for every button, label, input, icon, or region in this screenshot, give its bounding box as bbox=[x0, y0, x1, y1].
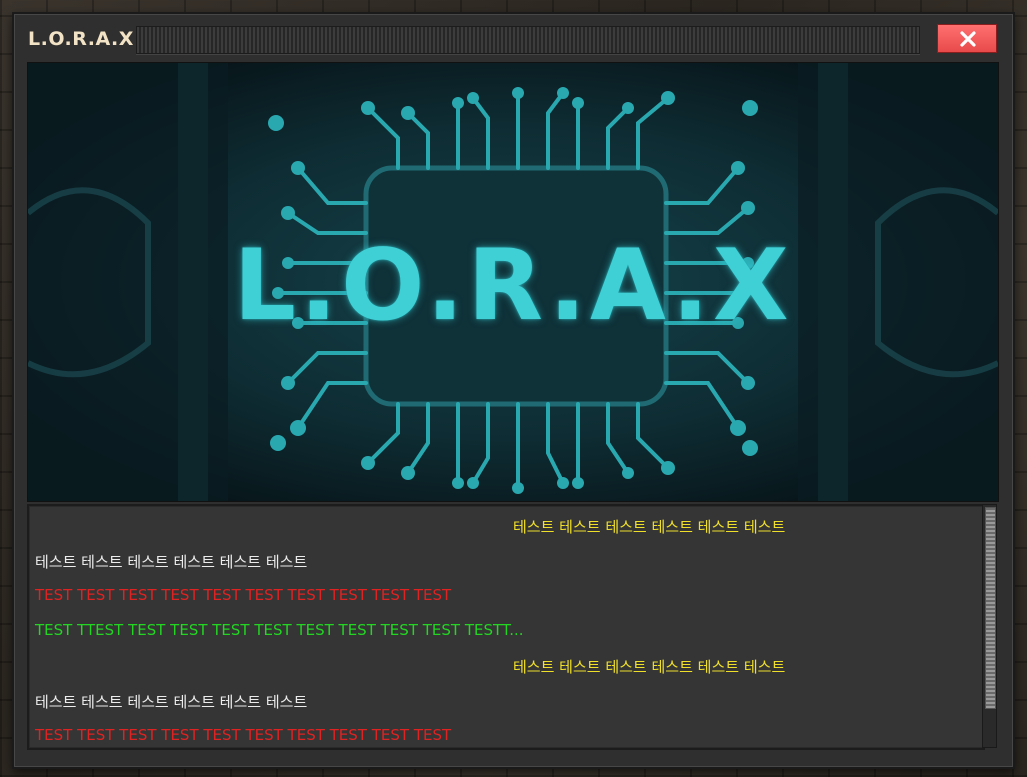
window-title: L.O.R.A.X bbox=[28, 28, 134, 50]
title-drag-strip[interactable] bbox=[136, 26, 920, 54]
log-line: 테스트 테스트 테스트 테스트 테스트 테스트 bbox=[35, 693, 308, 711]
banner-logo-text: L.O.R.A.X bbox=[233, 229, 793, 343]
log-line: 테스트 테스트 테스트 테스트 테스트 테스트 bbox=[35, 553, 308, 571]
log-line: TEST TEST TEST TEST TEST TEST TEST TEST … bbox=[35, 726, 452, 744]
title-bar[interactable]: L.O.R.A.X bbox=[14, 14, 1013, 62]
banner-image: L.O.R.A.X bbox=[27, 62, 999, 502]
log-line: TEST TEST TEST TEST TEST TEST TEST TEST … bbox=[35, 586, 452, 604]
close-icon bbox=[960, 31, 976, 47]
log-line: 테스트 테스트 테스트 테스트 테스트 테스트 bbox=[513, 518, 786, 536]
log-scrollbar[interactable] bbox=[982, 504, 997, 748]
close-button[interactable] bbox=[937, 24, 997, 53]
log-line: TEST TTEST TEST TEST TEST TEST TEST TEST… bbox=[35, 621, 524, 639]
log-line: 테스트 테스트 테스트 테스트 테스트 테스트 bbox=[513, 658, 786, 676]
lorax-window: L.O.R.A.X L.O.R.A.X 테스트 테스트 테스트 테스트 테스트 … bbox=[12, 12, 1015, 769]
scrollbar-thumb[interactable] bbox=[985, 507, 996, 709]
message-log[interactable]: 테스트 테스트 테스트 테스트 테스트 테스트테스트 테스트 테스트 테스트 테… bbox=[27, 504, 985, 750]
